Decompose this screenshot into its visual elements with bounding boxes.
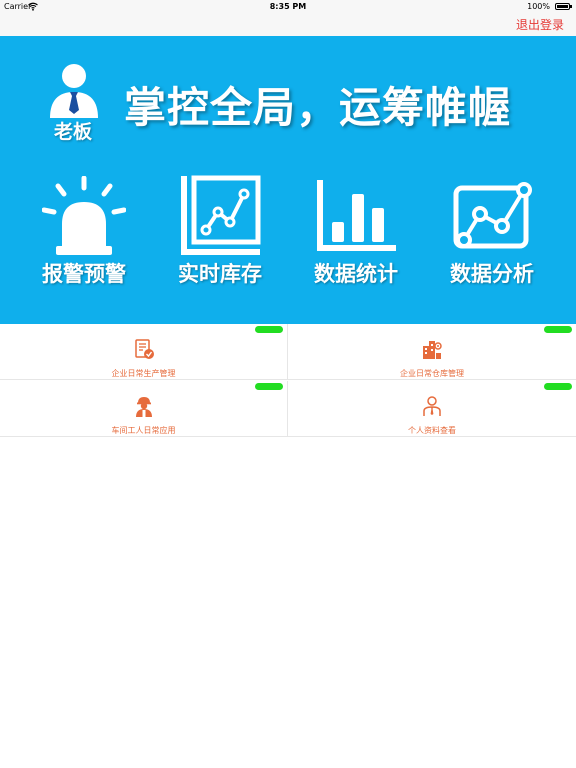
logout-button[interactable]: 退出登录 (516, 16, 564, 33)
feature-label-analysis: 数据分析 (450, 262, 534, 286)
module-personal-profile[interactable]: 个人资料查看 (287, 381, 576, 437)
warehouse-building-icon (423, 341, 442, 359)
module-production-management[interactable]: 企业日常生产管理 (0, 324, 287, 380)
module-badge (255, 326, 283, 333)
analysis-chart-icon (453, 182, 532, 249)
module-workshop-worker[interactable]: 车间工人日常应用 (0, 381, 287, 437)
feature-label-statistics: 数据统计 (314, 262, 398, 286)
personal-profile-icon (423, 396, 441, 416)
feature-label-alarm: 报警预警 (42, 262, 126, 286)
module-badge (544, 383, 572, 390)
worker-helmet-icon (136, 397, 152, 417)
module-grid: 企业日常生产管理 企业日常仓库管理 车间工人日常应用 个人资料查看 (0, 324, 576, 438)
boss-avatar-icon (50, 64, 98, 118)
navigation-bar: 退出登录 (0, 14, 576, 36)
banner-slogan: 掌控全局，运筹帷幄 (124, 83, 512, 132)
module-warehouse-management[interactable]: 企业日常仓库管理 (287, 324, 576, 380)
bar-chart-icon (317, 180, 396, 251)
line-chart-icon (181, 175, 261, 255)
module-label: 企业日常仓库管理 (400, 369, 464, 378)
module-label: 个人资料查看 (408, 426, 456, 435)
production-checklist-icon (135, 339, 154, 359)
boss-label: 老板 (53, 121, 92, 143)
feature-label-inventory: 实时库存 (178, 262, 262, 286)
alarm-light-icon (42, 176, 126, 255)
battery-icon (555, 3, 572, 10)
module-label: 企业日常生产管理 (111, 369, 176, 378)
module-badge (255, 383, 283, 390)
module-label: 车间工人日常应用 (111, 426, 176, 435)
clock: 8:35 PM (269, 2, 307, 11)
module-badge (544, 326, 572, 333)
battery-percentage: 100% (527, 2, 550, 11)
status-bar: Carrier 8:35 PM 100% (0, 0, 576, 14)
